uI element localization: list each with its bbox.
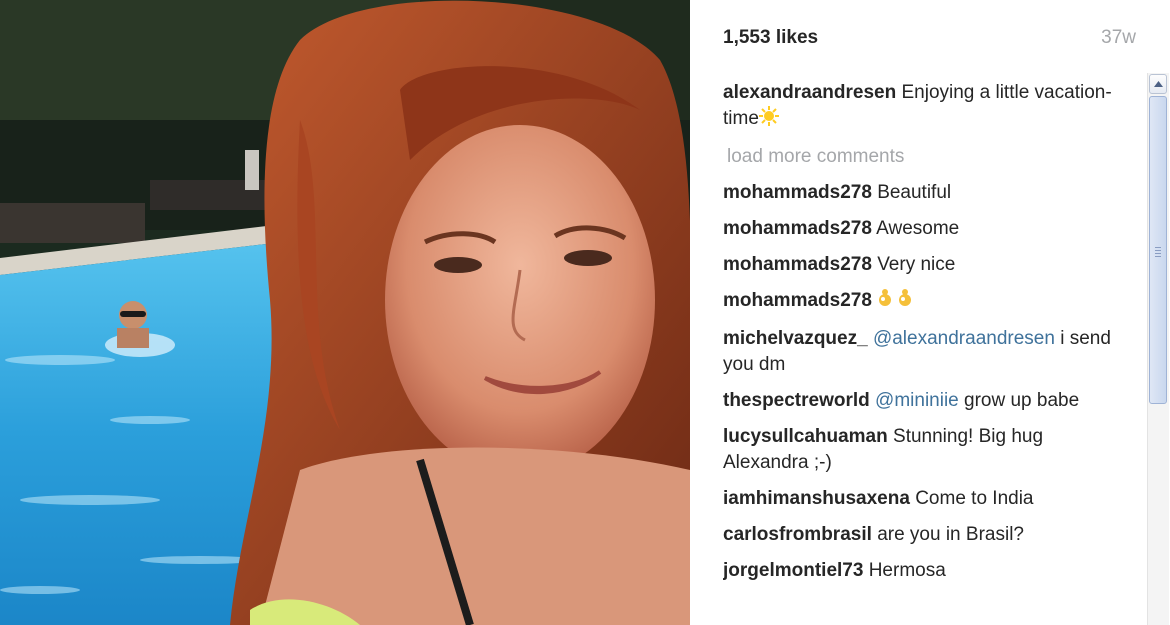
comment-username[interactable]: michelvazquez_	[723, 328, 868, 349]
photo-canvas	[0, 0, 690, 625]
comment-username[interactable]: carlosfrombrasil	[723, 524, 872, 545]
caption: alexandraandresen Enjoying a little vaca…	[723, 80, 1118, 134]
comment-username[interactable]: iamhimanshusaxena	[723, 488, 910, 509]
comment-item: mohammads278 Awesome	[723, 216, 1118, 242]
comment-username[interactable]: mohammads278	[723, 254, 872, 275]
comment-username[interactable]: mohammads278	[723, 218, 872, 239]
comment-item: mohammads278 Beautiful	[723, 180, 1118, 206]
load-more-comments-link[interactable]: load more comments	[727, 144, 1118, 170]
post-age[interactable]: 37w	[1101, 27, 1136, 49]
comment-item: mohammads278 Very nice	[723, 252, 1118, 278]
comment-item: thespectreworld @mininiie grow up babe	[723, 388, 1118, 414]
comment-mention[interactable]: @mininiie	[875, 390, 959, 411]
post-photo[interactable]	[0, 0, 690, 625]
comment-item: iamhimanshusaxena Come to India	[723, 486, 1118, 512]
comment-text: Come to India	[915, 488, 1034, 509]
likes-count[interactable]: 1,553 likes	[723, 27, 818, 49]
comment-item: lucysullcahuaman Stunning! Big hug Alexa…	[723, 424, 1118, 476]
comment-list: alexandraandresen Enjoying a little vaca…	[723, 80, 1118, 625]
comment-username[interactable]: mohammads278	[723, 290, 872, 311]
ok-hand-emoji-icon	[877, 288, 917, 316]
scrollbar-grip-icon	[1155, 247, 1161, 259]
scroll-up-arrow-icon[interactable]	[1149, 74, 1167, 94]
comment-text: Hermosa	[868, 560, 946, 581]
comment-item: carlosfrombrasil are you in Brasil?	[723, 522, 1118, 548]
comment-text: Beautiful	[877, 182, 952, 203]
comment-text: Very nice	[877, 254, 956, 275]
comment-item: jorgelmontiel73 Hermosa	[723, 558, 1118, 584]
scrollbar-thumb[interactable]	[1149, 96, 1167, 404]
comment-item: mohammads278	[723, 288, 1118, 316]
comments-scrollbar[interactable]	[1147, 73, 1169, 625]
comment-mention[interactable]: @alexandraandresen	[873, 328, 1055, 349]
comment-text: grow up babe	[958, 390, 1080, 411]
comment-username[interactable]: mohammads278	[723, 182, 872, 203]
post-details-panel: 1,553 likes 37w alexandraandresen Enjoyi…	[690, 0, 1170, 625]
caption-username[interactable]: alexandraandresen	[723, 82, 896, 103]
comment-username[interactable]: thespectreworld	[723, 390, 870, 411]
comment-username[interactable]: lucysullcahuaman	[723, 426, 888, 447]
comment-username[interactable]: jorgelmontiel73	[723, 560, 863, 581]
comment-text: are you in Brasil?	[877, 524, 1024, 545]
comment-text: Awesome	[876, 218, 960, 239]
sun-emoji-icon	[758, 106, 779, 134]
comment-item: michelvazquez_ @alexandraandresen i send…	[723, 326, 1118, 378]
